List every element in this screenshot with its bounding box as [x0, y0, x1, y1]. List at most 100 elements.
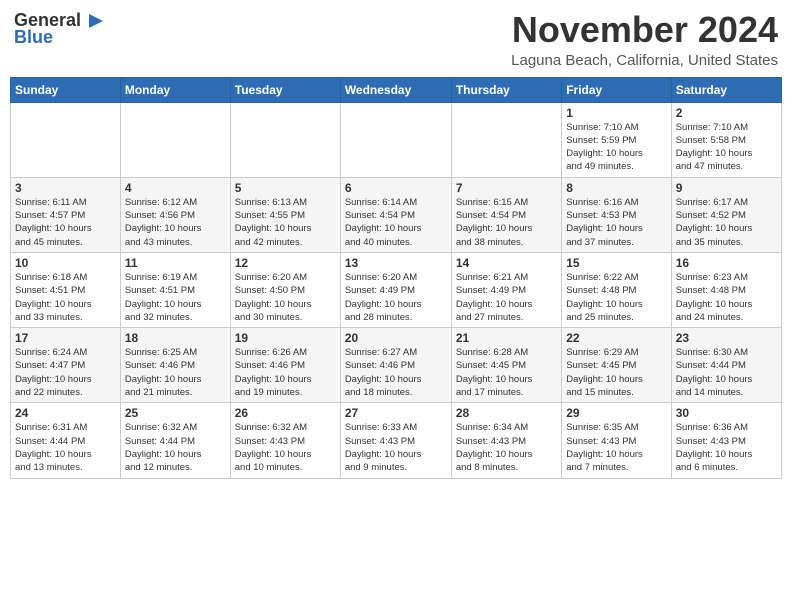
day-info: Sunrise: 6:20 AMSunset: 4:49 PMDaylight:…	[345, 271, 447, 324]
day-info: Sunrise: 6:29 AMSunset: 4:45 PMDaylight:…	[566, 346, 666, 399]
day-number: 1	[566, 106, 666, 120]
calendar-cell	[11, 102, 121, 177]
calendar-cell: 16Sunrise: 6:23 AMSunset: 4:48 PMDayligh…	[671, 252, 781, 327]
weekday-header-friday: Friday	[562, 77, 671, 102]
calendar-week-4: 17Sunrise: 6:24 AMSunset: 4:47 PMDayligh…	[11, 328, 782, 403]
calendar-cell: 3Sunrise: 6:11 AMSunset: 4:57 PMDaylight…	[11, 177, 121, 252]
day-number: 5	[235, 181, 336, 195]
day-info: Sunrise: 7:10 AMSunset: 5:59 PMDaylight:…	[566, 121, 666, 174]
calendar-cell: 1Sunrise: 7:10 AMSunset: 5:59 PMDaylight…	[562, 102, 671, 177]
day-number: 7	[456, 181, 557, 195]
calendar-week-1: 1Sunrise: 7:10 AMSunset: 5:59 PMDaylight…	[11, 102, 782, 177]
calendar-cell: 26Sunrise: 6:32 AMSunset: 4:43 PMDayligh…	[230, 403, 340, 478]
day-number: 22	[566, 331, 666, 345]
calendar-cell: 6Sunrise: 6:14 AMSunset: 4:54 PMDaylight…	[340, 177, 451, 252]
day-info: Sunrise: 6:27 AMSunset: 4:46 PMDaylight:…	[345, 346, 447, 399]
day-info: Sunrise: 6:22 AMSunset: 4:48 PMDaylight:…	[566, 271, 666, 324]
calendar-cell: 21Sunrise: 6:28 AMSunset: 4:45 PMDayligh…	[451, 328, 561, 403]
day-number: 6	[345, 181, 447, 195]
day-number: 2	[676, 106, 777, 120]
day-info: Sunrise: 6:13 AMSunset: 4:55 PMDaylight:…	[235, 196, 336, 249]
calendar-cell: 15Sunrise: 6:22 AMSunset: 4:48 PMDayligh…	[562, 252, 671, 327]
day-number: 28	[456, 406, 557, 420]
day-number: 25	[125, 406, 226, 420]
day-info: Sunrise: 6:23 AMSunset: 4:48 PMDaylight:…	[676, 271, 777, 324]
day-info: Sunrise: 6:26 AMSunset: 4:46 PMDaylight:…	[235, 346, 336, 399]
calendar-cell: 27Sunrise: 6:33 AMSunset: 4:43 PMDayligh…	[340, 403, 451, 478]
calendar-cell: 14Sunrise: 6:21 AMSunset: 4:49 PMDayligh…	[451, 252, 561, 327]
day-info: Sunrise: 6:34 AMSunset: 4:43 PMDaylight:…	[456, 421, 557, 474]
day-number: 23	[676, 331, 777, 345]
calendar-cell: 13Sunrise: 6:20 AMSunset: 4:49 PMDayligh…	[340, 252, 451, 327]
day-info: Sunrise: 6:18 AMSunset: 4:51 PMDaylight:…	[15, 271, 116, 324]
calendar-cell: 19Sunrise: 6:26 AMSunset: 4:46 PMDayligh…	[230, 328, 340, 403]
calendar-cell: 7Sunrise: 6:15 AMSunset: 4:54 PMDaylight…	[451, 177, 561, 252]
calendar-table: SundayMondayTuesdayWednesdayThursdayFrid…	[10, 77, 782, 479]
calendar-cell: 22Sunrise: 6:29 AMSunset: 4:45 PMDayligh…	[562, 328, 671, 403]
day-info: Sunrise: 6:33 AMSunset: 4:43 PMDaylight:…	[345, 421, 447, 474]
calendar-cell: 17Sunrise: 6:24 AMSunset: 4:47 PMDayligh…	[11, 328, 121, 403]
calendar-cell: 8Sunrise: 6:16 AMSunset: 4:53 PMDaylight…	[562, 177, 671, 252]
logo-blue-text: Blue	[14, 28, 53, 48]
calendar-cell: 10Sunrise: 6:18 AMSunset: 4:51 PMDayligh…	[11, 252, 121, 327]
calendar-cell	[230, 102, 340, 177]
calendar-header-row: SundayMondayTuesdayWednesdayThursdayFrid…	[11, 77, 782, 102]
day-number: 26	[235, 406, 336, 420]
day-info: Sunrise: 6:20 AMSunset: 4:50 PMDaylight:…	[235, 271, 336, 324]
day-number: 14	[456, 256, 557, 270]
day-info: Sunrise: 7:10 AMSunset: 5:58 PMDaylight:…	[676, 121, 777, 174]
day-number: 18	[125, 331, 226, 345]
day-number: 27	[345, 406, 447, 420]
weekday-header-tuesday: Tuesday	[230, 77, 340, 102]
day-info: Sunrise: 6:19 AMSunset: 4:51 PMDaylight:…	[125, 271, 226, 324]
day-number: 12	[235, 256, 336, 270]
calendar-cell: 24Sunrise: 6:31 AMSunset: 4:44 PMDayligh…	[11, 403, 121, 478]
location-subtitle: Laguna Beach, California, United States	[511, 52, 778, 69]
calendar-cell: 9Sunrise: 6:17 AMSunset: 4:52 PMDaylight…	[671, 177, 781, 252]
logo-icon	[83, 10, 105, 32]
day-info: Sunrise: 6:21 AMSunset: 4:49 PMDaylight:…	[456, 271, 557, 324]
day-info: Sunrise: 6:14 AMSunset: 4:54 PMDaylight:…	[345, 196, 447, 249]
calendar-cell: 4Sunrise: 6:12 AMSunset: 4:56 PMDaylight…	[120, 177, 230, 252]
day-info: Sunrise: 6:32 AMSunset: 4:44 PMDaylight:…	[125, 421, 226, 474]
title-section: November 2024 Laguna Beach, California, …	[511, 10, 778, 69]
calendar-cell: 5Sunrise: 6:13 AMSunset: 4:55 PMDaylight…	[230, 177, 340, 252]
calendar-cell	[340, 102, 451, 177]
calendar-cell: 18Sunrise: 6:25 AMSunset: 4:46 PMDayligh…	[120, 328, 230, 403]
weekday-header-wednesday: Wednesday	[340, 77, 451, 102]
day-number: 17	[15, 331, 116, 345]
calendar-cell: 11Sunrise: 6:19 AMSunset: 4:51 PMDayligh…	[120, 252, 230, 327]
calendar-cell: 12Sunrise: 6:20 AMSunset: 4:50 PMDayligh…	[230, 252, 340, 327]
day-number: 30	[676, 406, 777, 420]
day-number: 19	[235, 331, 336, 345]
day-number: 24	[15, 406, 116, 420]
day-number: 20	[345, 331, 447, 345]
calendar-cell	[451, 102, 561, 177]
day-number: 4	[125, 181, 226, 195]
calendar-cell: 29Sunrise: 6:35 AMSunset: 4:43 PMDayligh…	[562, 403, 671, 478]
month-title: November 2024	[511, 10, 778, 50]
calendar-cell	[120, 102, 230, 177]
calendar-cell: 20Sunrise: 6:27 AMSunset: 4:46 PMDayligh…	[340, 328, 451, 403]
day-info: Sunrise: 6:30 AMSunset: 4:44 PMDaylight:…	[676, 346, 777, 399]
day-number: 21	[456, 331, 557, 345]
day-number: 9	[676, 181, 777, 195]
weekday-header-saturday: Saturday	[671, 77, 781, 102]
calendar-cell: 25Sunrise: 6:32 AMSunset: 4:44 PMDayligh…	[120, 403, 230, 478]
calendar-cell: 30Sunrise: 6:36 AMSunset: 4:43 PMDayligh…	[671, 403, 781, 478]
day-info: Sunrise: 6:25 AMSunset: 4:46 PMDaylight:…	[125, 346, 226, 399]
weekday-header-sunday: Sunday	[11, 77, 121, 102]
page-header: General Blue November 2024 Laguna Beach,…	[10, 10, 782, 69]
day-info: Sunrise: 6:17 AMSunset: 4:52 PMDaylight:…	[676, 196, 777, 249]
logo: General Blue	[14, 10, 105, 48]
day-info: Sunrise: 6:28 AMSunset: 4:45 PMDaylight:…	[456, 346, 557, 399]
day-info: Sunrise: 6:15 AMSunset: 4:54 PMDaylight:…	[456, 196, 557, 249]
day-number: 16	[676, 256, 777, 270]
day-info: Sunrise: 6:24 AMSunset: 4:47 PMDaylight:…	[15, 346, 116, 399]
weekday-header-thursday: Thursday	[451, 77, 561, 102]
day-number: 13	[345, 256, 447, 270]
calendar-cell: 23Sunrise: 6:30 AMSunset: 4:44 PMDayligh…	[671, 328, 781, 403]
day-info: Sunrise: 6:35 AMSunset: 4:43 PMDaylight:…	[566, 421, 666, 474]
day-number: 29	[566, 406, 666, 420]
day-info: Sunrise: 6:32 AMSunset: 4:43 PMDaylight:…	[235, 421, 336, 474]
